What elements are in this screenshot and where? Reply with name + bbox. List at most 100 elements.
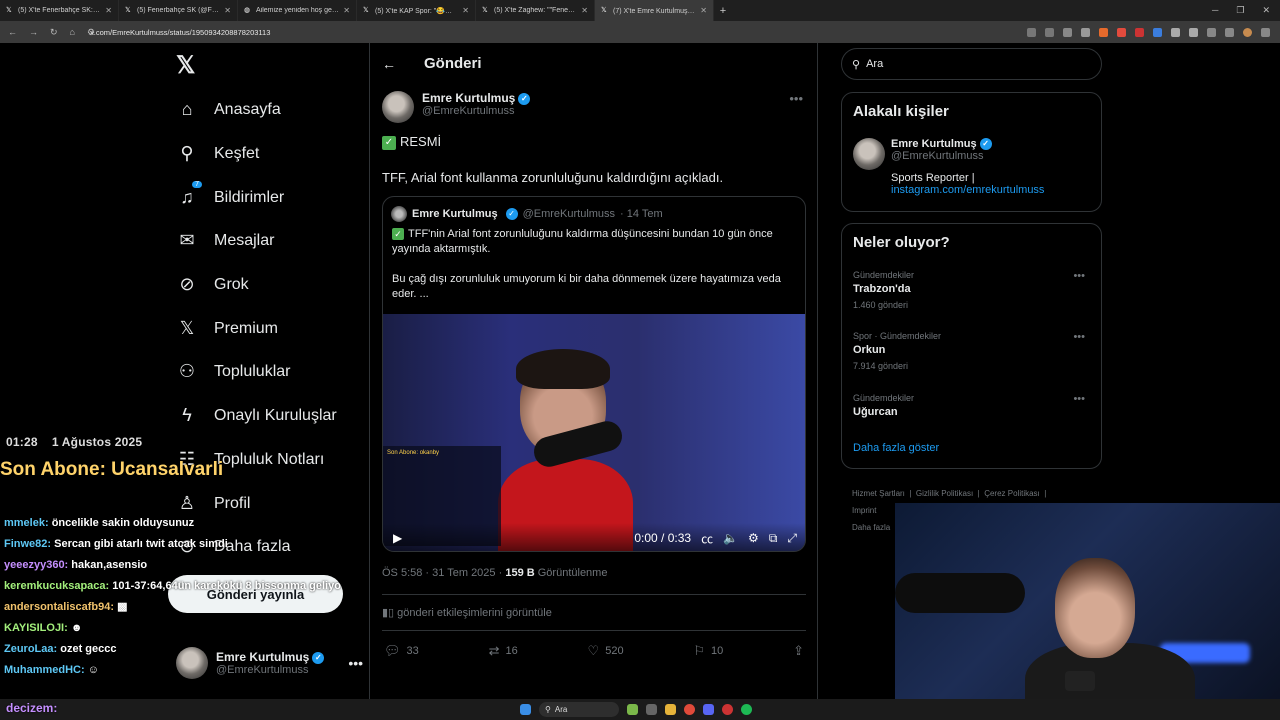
extension-icon[interactable] xyxy=(1189,27,1198,37)
taskbar-search[interactable]: ⚲ Ara xyxy=(539,702,619,717)
trend-more-icon[interactable]: ••• xyxy=(1073,270,1085,282)
divider xyxy=(382,630,806,631)
profile-avatar-icon[interactable] xyxy=(1243,27,1252,37)
menu-dots-icon[interactable] xyxy=(1261,27,1270,37)
windows-start-icon[interactable] xyxy=(520,704,531,715)
streamer-face-image xyxy=(1055,558,1135,658)
microphone-arm-image xyxy=(895,573,1025,613)
reply-button[interactable]: 💬︎ 33 xyxy=(384,643,419,659)
nav-item-home[interactable]: ⌂ Anasayfa xyxy=(176,99,281,120)
nav-item-communities[interactable]: ⚇ Topluluklar xyxy=(176,361,291,382)
x-favicon-icon: 𝕏 xyxy=(601,6,607,14)
home-icon: ⌂ xyxy=(181,99,193,119)
task-view-icon[interactable] xyxy=(646,704,657,715)
spotify-icon[interactable] xyxy=(741,704,752,715)
url-field[interactable]: x.com/EmreKurtulmuss/status/195093420887… xyxy=(90,28,1027,37)
view-engagements-link[interactable]: ▮▯ gönderi etkileşimlerini görüntüle xyxy=(382,606,552,619)
close-tab-icon[interactable]: ✕ xyxy=(581,6,588,15)
browser-tab[interactable]: 𝕏(5) X'te Fenerbahçe SK: "Ailemiz✕ xyxy=(0,0,119,21)
browser-tab[interactable]: 𝕏(5) Fenerbahçe SK (@Fenerbahç✕ xyxy=(119,0,238,21)
avatar[interactable] xyxy=(853,138,885,170)
chat-message: keremkucuksapaca: 101-37:64,64ün karekök… xyxy=(4,580,341,592)
footer-link[interactable]: Imprint xyxy=(852,506,876,515)
nav-item-notifications[interactable]: ♫ 7 Bildirimler xyxy=(176,181,284,208)
related-person[interactable]: Emre Kurtulmuş ✓ @EmreKurtulmuss Sports R… xyxy=(853,138,1044,196)
download-icon[interactable] xyxy=(1225,27,1234,37)
footer-link[interactable]: Çerez Politikası xyxy=(984,489,1040,498)
nav-item-messages[interactable]: ✉ Mesajlar xyxy=(176,230,274,251)
page-title: Gönderi xyxy=(424,55,482,72)
trend-item[interactable]: Spor · Gündemdekiler Orkun 7.914 gönderi… xyxy=(853,331,1093,371)
chrome-icon[interactable] xyxy=(684,704,695,715)
share-button[interactable]: ⇪ xyxy=(793,643,804,659)
new-tab-button[interactable]: + xyxy=(714,5,732,17)
file-explorer-icon[interactable] xyxy=(665,704,676,715)
nav-item-explore[interactable]: ⚲ Keşfet xyxy=(176,143,259,164)
taskbar-app-icon[interactable] xyxy=(627,704,638,715)
play-icon[interactable]: ▶ xyxy=(393,531,402,545)
extension-icon[interactable] xyxy=(1117,27,1126,37)
nav-item-grok[interactable]: ⊘ Grok xyxy=(176,274,248,295)
trend-item[interactable]: Gündemdekiler Trabzon'da 1.460 gönderi •… xyxy=(853,270,1093,310)
forward-arrow-icon[interactable]: → xyxy=(29,27,38,38)
close-window-icon[interactable]: ✕ xyxy=(1262,5,1270,16)
translate-icon[interactable] xyxy=(1045,27,1054,37)
post-more-icon[interactable]: ••• xyxy=(789,91,803,106)
close-tab-icon[interactable]: ✕ xyxy=(700,6,707,15)
puzzle-icon[interactable] xyxy=(1207,27,1216,37)
trend-item[interactable]: Gündemdekiler Uğurcan ••• xyxy=(853,393,1093,418)
like-button[interactable]: ♡ 520 xyxy=(588,643,624,659)
browser-tab-active[interactable]: 𝕏(7) X'te Emre Kurtulmuş: "✅ R✕ xyxy=(595,0,714,21)
footer-link[interactable]: Daha fazla xyxy=(852,523,890,532)
close-tab-icon[interactable]: ✕ xyxy=(105,6,112,15)
post-author[interactable]: Emre Kurtulmuş ✓ @EmreKurtulmuss xyxy=(382,91,531,123)
home-icon[interactable]: ⌂ xyxy=(70,27,75,38)
cast-icon[interactable] xyxy=(1027,27,1036,37)
show-more-link[interactable]: Daha fazla göster xyxy=(853,442,939,454)
volume-icon[interactable]: 🔈 xyxy=(723,531,738,545)
minimize-icon[interactable]: ─ xyxy=(1212,5,1218,16)
footer-link[interactable]: Hizmet Şartları xyxy=(852,489,905,498)
x-favicon-icon: 𝕏 xyxy=(482,6,488,14)
reload-icon[interactable]: ↻ xyxy=(50,27,58,38)
quoted-post[interactable]: Emre Kurtulmuş ✓ @EmreKurtulmuss · 14 Te… xyxy=(382,196,806,552)
extension-icon[interactable] xyxy=(1099,27,1108,37)
browser-tab[interactable]: 𝕏(5) X'te KAP Spor: "😂🌐 #Fen✕ xyxy=(357,0,476,21)
extension-icon[interactable] xyxy=(1171,27,1180,37)
windows-taskbar: decizem: ⚲ Ara xyxy=(0,699,1280,720)
chat-message: MuhammedHC: ☺ xyxy=(4,664,99,676)
zoom-icon[interactable] xyxy=(1063,27,1072,37)
x-logo-icon[interactable]: 𝕏 xyxy=(176,51,195,80)
extension-icon[interactable] xyxy=(1135,27,1144,37)
star-icon[interactable] xyxy=(1081,27,1090,37)
footer-link[interactable]: Gizlilik Politikası xyxy=(916,489,973,498)
obs-icon[interactable] xyxy=(722,704,733,715)
trend-more-icon[interactable]: ••• xyxy=(1073,331,1085,343)
avatar[interactable] xyxy=(382,91,414,123)
more-dots-icon[interactable]: ••• xyxy=(348,655,363,671)
close-tab-icon[interactable]: ✕ xyxy=(224,6,231,15)
video-player[interactable]: Son Abone: okanby ▶ 0:00 / 0:33 ㏄ 🔈 ⚙ ⧉ … xyxy=(383,314,805,551)
captions-icon[interactable]: ㏄ xyxy=(701,530,713,547)
browser-tab[interactable]: ◍Ailemize yeniden hoş geldin M✕ xyxy=(238,0,357,21)
back-arrow-icon[interactable]: ← xyxy=(8,27,17,38)
maximize-icon[interactable]: ❐ xyxy=(1236,5,1244,16)
repost-button[interactable]: ⇄ 16 xyxy=(489,643,518,659)
nav-item-premium[interactable]: 𝕏 Premium xyxy=(176,318,278,339)
close-tab-icon[interactable]: ✕ xyxy=(462,6,469,15)
browser-tab[interactable]: 𝕏(5) X'te Zaghew: ""Fenerbahçe✕ xyxy=(476,0,595,21)
pip-icon[interactable]: ⧉ xyxy=(769,531,778,546)
search-input[interactable]: ⚲ Ara xyxy=(841,48,1102,80)
settings-gear-icon[interactable]: ⚙ xyxy=(748,531,759,545)
fullscreen-icon[interactable]: ⤢ xyxy=(787,531,797,546)
main-column: ← Gönderi Emre Kurtulmuş ✓ @EmreKurtulmus… xyxy=(369,43,818,699)
trend-more-icon[interactable]: ••• xyxy=(1073,393,1085,405)
nav-item-profile[interactable]: ♙ Profil xyxy=(176,493,251,514)
discord-icon[interactable] xyxy=(703,704,714,715)
back-arrow-icon[interactable]: ← xyxy=(382,56,396,72)
bookmark-button[interactable]: ⚐ 10 xyxy=(693,643,723,659)
nav-item-verified-orgs[interactable]: ϟ Onaylı Kuruluşlar xyxy=(176,405,336,426)
close-tab-icon[interactable]: ✕ xyxy=(343,6,350,15)
profile-link[interactable]: instagram.com/emrekurtulmuss xyxy=(891,184,1044,196)
extension-icon[interactable] xyxy=(1153,27,1162,37)
